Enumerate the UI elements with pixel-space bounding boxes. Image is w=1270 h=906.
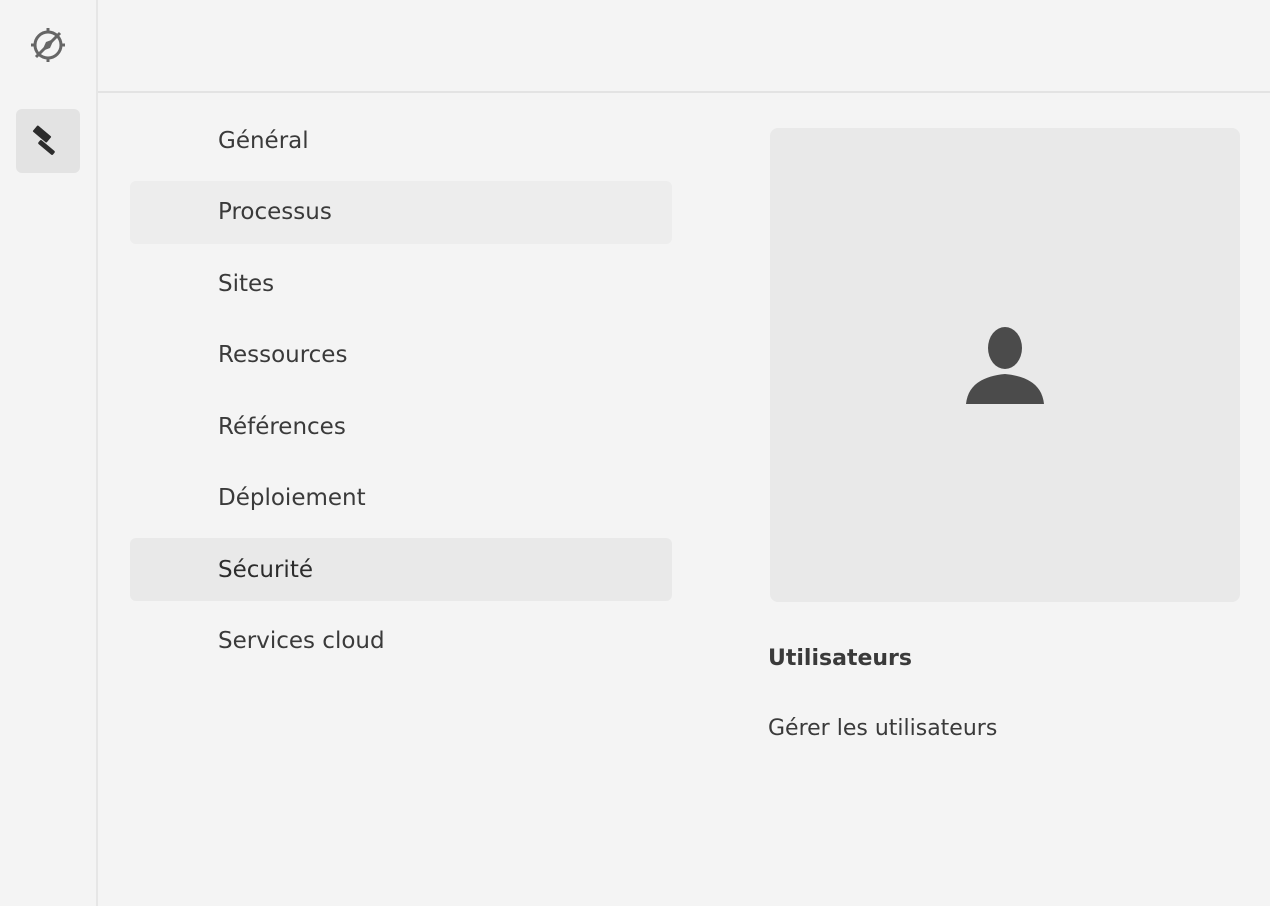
hammer-icon (32, 125, 55, 155)
card-title: Utilisateurs (768, 646, 912, 671)
tools-button[interactable] (16, 109, 80, 173)
nav-item-processus[interactable]: Processus (130, 180, 672, 244)
nav-item-ressources[interactable]: Ressources (130, 324, 672, 387)
side-rail (0, 0, 98, 906)
nav-item-securite[interactable]: Sécurité (130, 538, 672, 601)
nav-item-deploiement[interactable]: Déploiement (130, 467, 672, 530)
top-header-bar (98, 0, 1270, 93)
nav-item-sites[interactable]: Sites (130, 252, 672, 315)
nav-item-general[interactable]: Général (130, 109, 672, 172)
users-card[interactable] (770, 128, 1240, 602)
user-icon (966, 327, 1044, 404)
nav-item-services-cloud[interactable]: Services cloud (130, 610, 672, 673)
card-description: Gérer les utilisateurs (768, 716, 998, 741)
navigation-button[interactable] (16, 13, 80, 77)
compass-off-icon (31, 28, 65, 62)
tools-category-list: Général Processus Sites Ressources Référ… (130, 109, 672, 681)
nav-item-references[interactable]: Références (130, 395, 672, 458)
